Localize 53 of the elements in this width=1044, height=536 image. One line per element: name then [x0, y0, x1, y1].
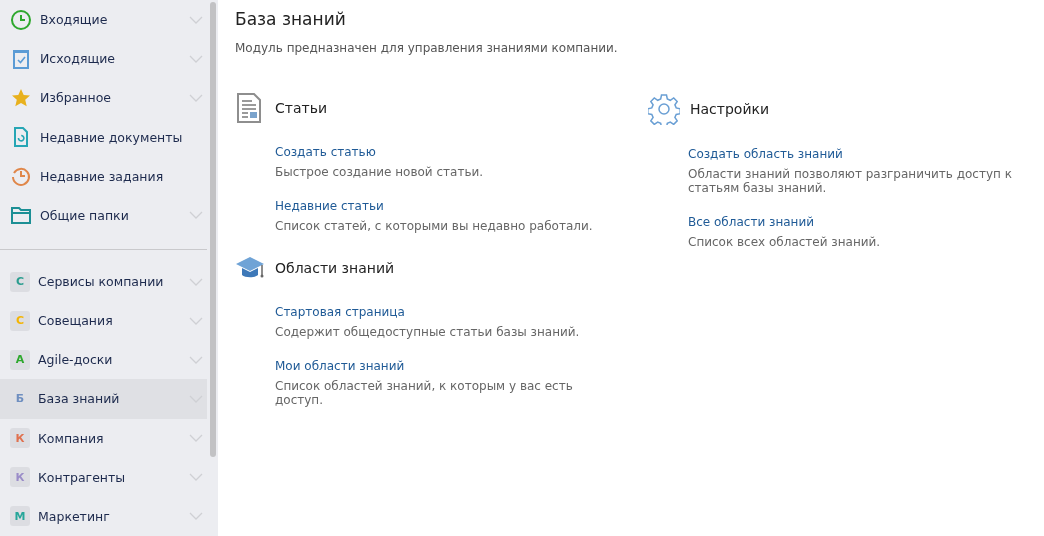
sidebar-item[interactable]: К Компания [0, 418, 207, 458]
sidebar-item[interactable]: Исходящие [0, 39, 207, 79]
sidebar-item[interactable]: Избранное [0, 78, 207, 118]
settings-icon [648, 93, 680, 125]
section-link[interactable]: Все области знаний [688, 215, 815, 229]
chevron-down-icon[interactable] [189, 316, 203, 325]
chevron-down-icon[interactable] [189, 434, 203, 443]
section-link[interactable]: Недавние статьи [275, 199, 384, 213]
chevron-down-icon[interactable] [189, 473, 203, 482]
section-link[interactable]: Создать область знаний [688, 147, 843, 161]
link-description: Быстрое создание новой статьи. [275, 165, 485, 179]
sidebar-item[interactable]: К Контрагенты [0, 457, 207, 497]
sidebar-item[interactable]: А Agile-доски [0, 340, 207, 380]
link-description: Содержит общедоступные статьи базы знаний. [275, 325, 581, 339]
clock-icon [10, 8, 32, 31]
letter-icon: М [10, 506, 30, 527]
chevron-down-icon[interactable] [189, 355, 203, 364]
folder-icon [10, 204, 32, 227]
link-description: Список областей знаний, к которым у вас есть доступ. [275, 379, 574, 407]
section-title: Области знаний [275, 260, 395, 276]
page-title: База знаний [235, 9, 347, 29]
letter-icon: С [10, 271, 30, 292]
chevron-down-icon[interactable] [189, 512, 203, 521]
sidebar-item[interactable]: Б База знаний [0, 379, 207, 419]
chevron-down-icon[interactable] [189, 54, 203, 63]
section-link[interactable]: Мои области знаний [275, 359, 405, 373]
link-description: Список статей, с которыми вы недавно работали. [275, 219, 594, 233]
sidebar-item[interactable]: Входящие [0, 0, 207, 40]
section-link[interactable]: Создать статью [275, 145, 376, 159]
sidebar-item[interactable]: С Совещания [0, 301, 207, 341]
sidebar-item[interactable]: С Сервисы компании [0, 261, 207, 302]
sidebar-item[interactable]: Общие папки [0, 195, 207, 235]
chevron-down-icon[interactable] [189, 93, 203, 102]
letter-icon: К [10, 467, 30, 488]
link-description: Список всех областей знаний. [688, 235, 882, 249]
section-link[interactable]: Стартовая страница [275, 305, 405, 319]
letter-icon: К [10, 428, 30, 449]
section-title: Настройки [690, 101, 770, 117]
scrollbar-thumb[interactable] [209, 2, 216, 457]
chevron-down-icon[interactable] [189, 211, 203, 220]
letter-icon: Б [10, 388, 30, 409]
sidebar-item[interactable]: М Маркетинг [0, 496, 207, 536]
page-subtitle: Модуль предназначен для управления знаниями компании. [235, 41, 619, 55]
sidebar-item[interactable]: Недавние документы [0, 117, 207, 157]
chevron-down-icon[interactable] [189, 15, 203, 24]
letter-icon: А [10, 349, 30, 370]
clipboard-check-icon [10, 47, 32, 70]
letter-icon: С [10, 310, 30, 331]
sidebar-item[interactable]: Недавние задания [0, 156, 207, 196]
chevron-down-icon[interactable] [189, 277, 203, 286]
section-title: Статьи [275, 100, 327, 116]
history-icon [10, 165, 32, 188]
link-description: Области знаний позволяют разграничить доступ к статьям базы знаний. [688, 167, 1013, 195]
